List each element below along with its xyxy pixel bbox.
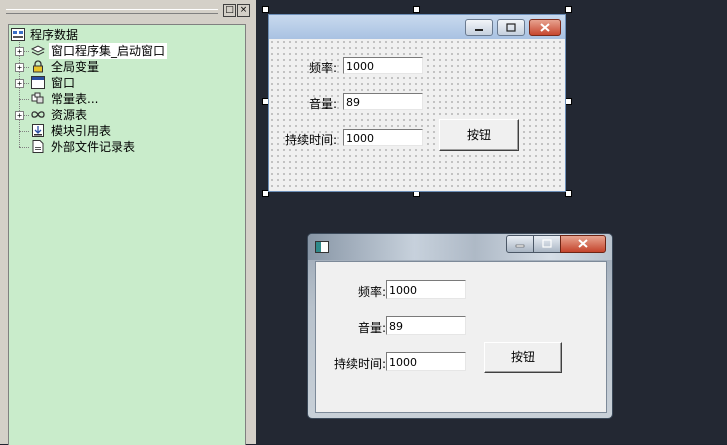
expand-button[interactable]: +: [15, 79, 24, 88]
minimize-icon: [515, 244, 525, 248]
expand-button[interactable]: +: [15, 63, 24, 72]
frequency-input[interactable]: 1000: [386, 280, 466, 299]
tree-item-module-refs[interactable]: 模块引用表: [9, 123, 239, 139]
duration-input[interactable]: 1000: [386, 352, 466, 371]
tree-item-label: 窗口: [51, 76, 76, 90]
runtime-window-client: 频率: 1000 音量: 89 持续时间: 1000 按钮: [315, 261, 607, 413]
tree-root-label: 程序数据: [30, 28, 79, 42]
maximize-icon: [506, 23, 516, 32]
tree-item-windows[interactable]: + 窗口: [9, 75, 239, 91]
app-icon: [315, 241, 329, 253]
program-data-panel: □ × 程序数据 + 窗口程序集_启动窗口 + 全局变量 + 窗口 常量表...…: [0, 0, 256, 445]
file-record-icon: [32, 140, 44, 153]
tree-item-window-assembly[interactable]: + 窗口程序集_启动窗口: [9, 43, 239, 59]
volume-label: 音量:: [308, 97, 337, 111]
minimize-button[interactable]: [465, 19, 493, 36]
volume-input[interactable]: 89: [343, 93, 423, 110]
tree-item-global-vars[interactable]: + 全局变量: [9, 59, 239, 75]
minimize-button[interactable]: [506, 235, 534, 253]
layers-icon: [31, 45, 45, 56]
frequency-input[interactable]: 1000: [343, 57, 423, 74]
close-icon: [540, 23, 550, 32]
design-form-titlebar[interactable]: [269, 15, 565, 39]
panel-restore-button[interactable]: □: [223, 4, 236, 17]
tree-item-label: 资源表: [51, 108, 88, 122]
tree-root[interactable]: 程序数据: [11, 27, 241, 43]
infinity-icon: [31, 111, 45, 118]
tree-item-resources[interactable]: + 资源表: [9, 107, 239, 123]
volume-label: 音量:: [357, 321, 386, 335]
tree-item-label: 窗口程序集_启动窗口: [49, 43, 168, 59]
program-data-icon: [11, 28, 25, 41]
duration-label: 持续时间:: [333, 357, 386, 371]
tree-item-label: 全局变量: [51, 60, 100, 74]
close-icon: [578, 239, 588, 248]
lock-icon: [33, 60, 43, 73]
resize-handle[interactable]: [413, 6, 420, 13]
resize-handle[interactable]: [262, 6, 269, 13]
maximize-button[interactable]: [497, 19, 525, 36]
maximize-icon: [542, 239, 552, 248]
design-action-button[interactable]: 按钮: [439, 119, 519, 151]
minimize-icon: [475, 29, 483, 31]
module-icon: [32, 124, 44, 137]
expand-button[interactable]: +: [15, 111, 24, 120]
design-form[interactable]: 频率: 1000 音量: 89 持续时间: 1000 按钮: [268, 14, 566, 192]
close-button[interactable]: [529, 19, 561, 36]
window-icon: [31, 76, 45, 89]
resize-handle[interactable]: [565, 98, 572, 105]
panel-close-button[interactable]: ×: [237, 4, 250, 17]
frequency-label: 频率:: [357, 285, 386, 299]
panel-grip[interactable]: [6, 9, 218, 14]
panel-header: □ ×: [0, 0, 256, 20]
tree-item-external-files[interactable]: 外部文件记录表: [9, 139, 239, 155]
runtime-action-button[interactable]: 按钮: [484, 342, 562, 373]
maximize-button[interactable]: [533, 235, 561, 253]
design-form-client[interactable]: 频率: 1000 音量: 89 持续时间: 1000 按钮: [269, 39, 565, 191]
close-button[interactable]: [560, 235, 606, 253]
tree-item-constants[interactable]: 常量表...: [9, 91, 239, 107]
cubes-icon: [31, 92, 44, 104]
duration-label: 持续时间:: [284, 133, 337, 147]
runtime-window[interactable]: 频率: 1000 音量: 89 持续时间: 1000 按钮: [307, 233, 613, 419]
expand-button[interactable]: +: [15, 47, 24, 56]
runtime-window-titlebar[interactable]: [308, 234, 612, 260]
duration-input[interactable]: 1000: [343, 129, 423, 146]
frequency-label: 频率:: [308, 61, 337, 75]
resize-handle[interactable]: [565, 6, 572, 13]
resize-handle[interactable]: [565, 190, 572, 197]
tree-item-label: 外部文件记录表: [51, 140, 136, 154]
program-tree[interactable]: 程序数据 + 窗口程序集_启动窗口 + 全局变量 + 窗口 常量表... + 资…: [8, 24, 246, 445]
volume-input[interactable]: 89: [386, 316, 466, 335]
tree-item-label: 常量表...: [51, 92, 99, 106]
tree-item-label: 模块引用表: [51, 124, 112, 138]
